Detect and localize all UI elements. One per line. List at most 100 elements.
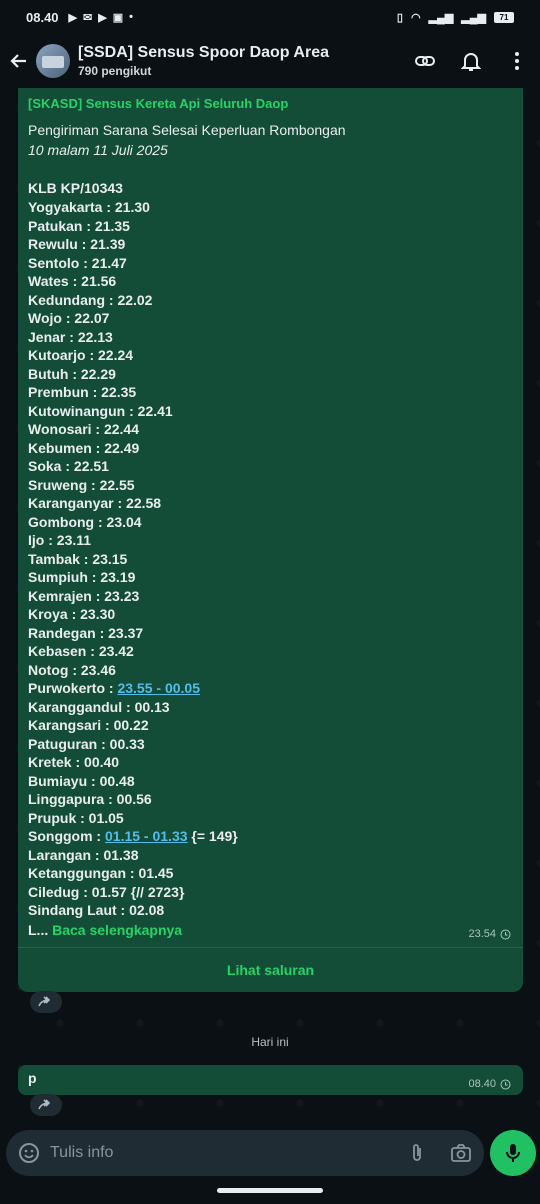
stop-name: Soka : [28, 458, 74, 474]
stop-name: Songgom : [28, 828, 105, 844]
stop-time: 22.07 [74, 310, 110, 326]
back-button[interactable] [2, 34, 36, 88]
stop-time: 22.35 [101, 384, 137, 400]
stop-name: Karangsari : [28, 717, 114, 733]
message-timestamp: 08.40 [468, 1078, 511, 1090]
stop-time: 02.08 [129, 902, 165, 918]
stop-time: 22.02 [117, 291, 153, 308]
message-composer: Tulis info [6, 1130, 484, 1176]
forward-button[interactable] [30, 991, 62, 1013]
stop-row: Sruweng : 22.55 [28, 476, 513, 495]
stop-name: Kedundang : [28, 291, 118, 308]
view-channel-button[interactable]: Lihat saluran [18, 948, 523, 992]
stop-time: 23.37 [108, 624, 144, 641]
stop-name: Ketanggungan : [28, 865, 139, 881]
stop-name: Prupuk : [28, 809, 89, 826]
chat-area[interactable]: [SKASD] Sensus Kereta Api Seluruh Daop P… [0, 88, 540, 1130]
stop-time: 23.23 [104, 587, 140, 604]
forward-button[interactable] [30, 1094, 62, 1116]
stop-row: Patuguran : 00.33 [28, 735, 513, 754]
message-input[interactable]: Tulis info [50, 1144, 406, 1162]
stop-row: Ciledug : 01.57 {// 2723} [28, 883, 513, 902]
voice-message-button[interactable] [490, 1130, 536, 1176]
stop-name: Linggapura : [28, 791, 117, 807]
channel-header: [SSDA] Sensus Spoor Daop Area 790 pengik… [0, 34, 540, 88]
stop-time: 23.04 [106, 513, 142, 530]
stop-name: Randegan : [28, 624, 109, 641]
stop-row: Prembun : 22.35 [28, 383, 513, 402]
stop-name: Bumiayu : [28, 772, 100, 789]
youtube-icon: ▶ [68, 11, 78, 24]
attach-icon[interactable] [406, 1142, 428, 1164]
stop-row: Kedundang : 22.02 [28, 291, 513, 310]
stop-name: Wates : [28, 273, 82, 289]
stop-name: Patukan : [28, 217, 95, 234]
channel-title: [SSDA] Sensus Spoor Daop Area [78, 44, 330, 61]
stop-row: Ketanggungan : 01.45 [28, 864, 513, 883]
stop-time: 22.55 [99, 476, 135, 493]
stop-name: Rewulu : [28, 236, 91, 252]
stop-time-link[interactable]: 23.55 - 00.05 [117, 680, 200, 696]
channel-avatar[interactable] [36, 44, 70, 78]
stop-time: 22.49 [104, 439, 140, 456]
stop-row: Larangan : 01.38 [28, 846, 513, 865]
message-bubble[interactable]: p 08.40 [18, 1065, 523, 1095]
emoji-icon[interactable] [18, 1142, 40, 1164]
train-number: KLB KP/10343 [28, 180, 123, 196]
stop-row: Jenar : 22.13 [28, 328, 513, 347]
more-options-button[interactable] [494, 34, 540, 88]
stop-time: 22.24 [98, 347, 134, 363]
notifications-button[interactable] [448, 34, 494, 88]
stop-row: Soka : 22.51 [28, 457, 513, 476]
channel-post-bubble[interactable]: [SKASD] Sensus Kereta Api Seluruh Daop P… [18, 88, 523, 992]
stop-name: Notog : [28, 661, 81, 678]
post-headline: Pengiriman Sarana Selesai Keperluan Romb… [28, 122, 346, 138]
stop-name: Karanggandul : [28, 698, 135, 715]
stop-row: Randegan : 23.37 [28, 624, 513, 643]
home-indicator [217, 1188, 323, 1193]
stop-row: Butuh : 22.29 [28, 365, 513, 384]
follower-count: 790 pengikut [78, 64, 152, 78]
stop-name: Patuguran : [28, 735, 110, 752]
notification-icon: ✉ [83, 11, 93, 24]
back-arrow-icon [10, 54, 26, 68]
stop-time: 00.40 [84, 754, 120, 770]
stop-row: Bumiayu : 00.48 [28, 772, 513, 791]
status-bar: 08.40 ▶ ✉ ▶ ▣ • ▯ ◠ ▂▄▆ ▂▄▆ 71 [0, 0, 540, 34]
vibrate-icon: ▯ [396, 11, 403, 24]
stop-row: Wonosari : 22.44 [28, 420, 513, 439]
stop-row: Kutoarjo : 22.24 [28, 346, 513, 365]
stop-name: Kebasen : [28, 643, 99, 659]
stop-row: Wojo : 22.07 [28, 309, 513, 328]
stop-time: 22.29 [80, 365, 116, 382]
stop-row: Gombong : 23.04 [28, 513, 513, 532]
stop-row: Ijo : 23.11 [28, 531, 513, 550]
youtube-icon: ▶ [98, 11, 107, 24]
forwarded-channel-name[interactable]: [SKASD] Sensus Kereta Api Seluruh Daop [28, 96, 513, 111]
stop-time: 22.13 [77, 328, 113, 345]
stop-name: Sentolo : [28, 254, 92, 271]
dot-icon: • [129, 11, 133, 23]
stop-name: Wojo : [28, 310, 75, 326]
read-more-row: L... Baca selengkapnya [28, 920, 513, 940]
message-text: p [28, 1070, 37, 1086]
camera-icon[interactable] [450, 1142, 472, 1164]
read-more-link[interactable]: Baca selengkapnya [52, 922, 182, 938]
stop-name: Kemrajen : [28, 587, 105, 604]
stop-name: Yogyakarta : [28, 199, 115, 215]
stop-name: Larangan : [28, 846, 104, 863]
stop-time: 01.45 [138, 865, 174, 881]
day-divider: Hari ini [231, 1030, 309, 1054]
image-icon: ▣ [112, 11, 124, 24]
stop-name: Sindang Laut : [28, 902, 130, 918]
stop-name: Ciledug : [28, 883, 92, 900]
stop-time-link[interactable]: 01.15 - 01.33 [105, 828, 188, 844]
channel-info[interactable]: [SSDA] Sensus Spoor Daop Area 790 pengik… [78, 44, 402, 78]
stop-time: 23.19 [100, 569, 136, 585]
stop-name: Prembun : [28, 384, 102, 400]
stop-time: 23.15 [92, 550, 128, 567]
stop-time: 00.56 [116, 791, 152, 807]
link-button[interactable] [402, 34, 448, 88]
stop-row: Rewulu : 21.39 [28, 235, 513, 254]
stop-time: 00.13 [134, 698, 170, 715]
